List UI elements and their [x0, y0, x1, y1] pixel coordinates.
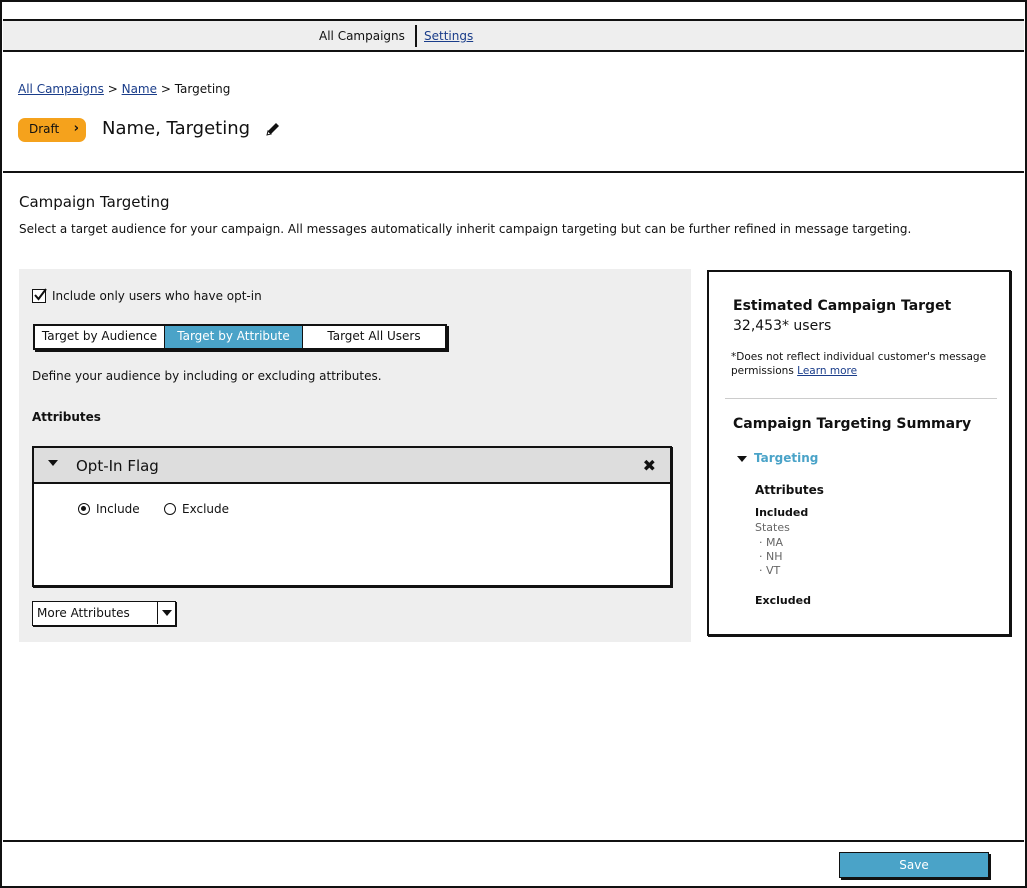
attribute-title: Opt-In Flag	[76, 457, 159, 475]
summary-panel: Estimated Campaign Target 32,453* users …	[707, 270, 1011, 636]
attribute-card-header[interactable]: Opt-In Flag ✖	[34, 448, 670, 484]
tab-target-all-users[interactable]: Target All Users	[303, 326, 445, 348]
breadcrumb-separator: >	[103, 82, 122, 96]
tab-target-by-audience[interactable]: Target by Audience	[35, 326, 165, 348]
estimate-title: Estimated Campaign Target	[733, 298, 952, 314]
pencil-icon[interactable]	[264, 120, 282, 138]
estimate-count: 32,453* users	[733, 318, 832, 334]
exclude-radio-option[interactable]: Exclude	[164, 502, 229, 516]
app-window: All Campaigns Settings All Campaigns > N…	[0, 0, 1027, 888]
save-button[interactable]: Save	[839, 852, 989, 878]
include-radio-option[interactable]: Include	[78, 502, 140, 516]
attribute-card: Opt-In Flag ✖ Include Exclude	[32, 446, 672, 587]
status-label: Draft	[29, 122, 60, 136]
caret-down-icon[interactable]	[48, 460, 58, 466]
summary-state-item: · MA	[759, 536, 784, 549]
summary-targeting-toggle[interactable]: Targeting	[754, 451, 818, 465]
nav-settings-link[interactable]: Settings	[424, 29, 473, 43]
section-title: Campaign Targeting	[19, 193, 170, 211]
page-title: Name, Targeting	[102, 118, 251, 139]
close-icon[interactable]: ✖	[643, 456, 656, 475]
exclude-label: Exclude	[182, 502, 230, 516]
breadcrumb: All Campaigns > Name > Targeting	[18, 82, 230, 96]
summary-attributes-heading: Attributes	[755, 483, 824, 497]
top-nav: All Campaigns Settings	[3, 19, 1024, 52]
breadcrumb-separator: >	[157, 82, 175, 96]
tab-target-by-attribute[interactable]: Target by Attribute	[165, 326, 303, 348]
status-badge[interactable]: Draft ›	[18, 118, 86, 142]
nav-all-campaigns[interactable]: All Campaigns	[319, 29, 405, 43]
define-audience-text: Define your audience by including or exc…	[32, 369, 382, 383]
summary-state-item: · NH	[759, 550, 783, 563]
optin-row[interactable]: Include only users who have opt-in	[32, 288, 262, 303]
optin-checkbox[interactable]	[32, 288, 47, 303]
caret-down-icon[interactable]	[737, 456, 747, 462]
attributes-heading: Attributes	[32, 410, 101, 424]
section-description: Select a target audience for your campai…	[19, 222, 912, 236]
learn-more-link[interactable]: Learn more	[797, 365, 857, 377]
header-divider	[3, 171, 1024, 173]
summary-included-heading: Included	[755, 506, 809, 519]
summary-title: Campaign Targeting Summary	[733, 416, 972, 432]
nav-divider	[415, 25, 417, 47]
breadcrumb-all-campaigns[interactable]: All Campaigns	[18, 82, 104, 96]
summary-states-label: States	[755, 521, 790, 534]
targeting-panel: Include only users who have opt-in Targe…	[19, 269, 691, 642]
chevron-right-icon: ›	[73, 121, 79, 136]
breadcrumb-name[interactable]: Name	[122, 82, 157, 96]
footer-divider	[3, 840, 1024, 842]
summary-state-item: · VT	[759, 564, 781, 577]
more-attributes-label: More Attributes	[37, 606, 130, 620]
include-label: Include	[96, 502, 140, 516]
more-attributes-select[interactable]: More Attributes	[32, 601, 176, 626]
include-radio[interactable]	[78, 503, 90, 515]
checkmark-icon	[34, 288, 47, 301]
optin-label: Include only users who have opt-in	[52, 289, 262, 303]
estimate-note: *Does not reflect individual customer's …	[731, 350, 1001, 378]
summary-excluded-heading: Excluded	[755, 594, 811, 607]
exclude-radio[interactable]	[164, 503, 176, 515]
dropdown-arrow-icon[interactable]	[157, 602, 175, 624]
summary-divider	[725, 398, 997, 399]
targeting-tabs: Target by Audience Target by Attribute T…	[33, 324, 447, 350]
estimate-note-text: *Does not reflect individual customer's …	[731, 351, 987, 377]
breadcrumb-current: Targeting	[174, 82, 231, 96]
